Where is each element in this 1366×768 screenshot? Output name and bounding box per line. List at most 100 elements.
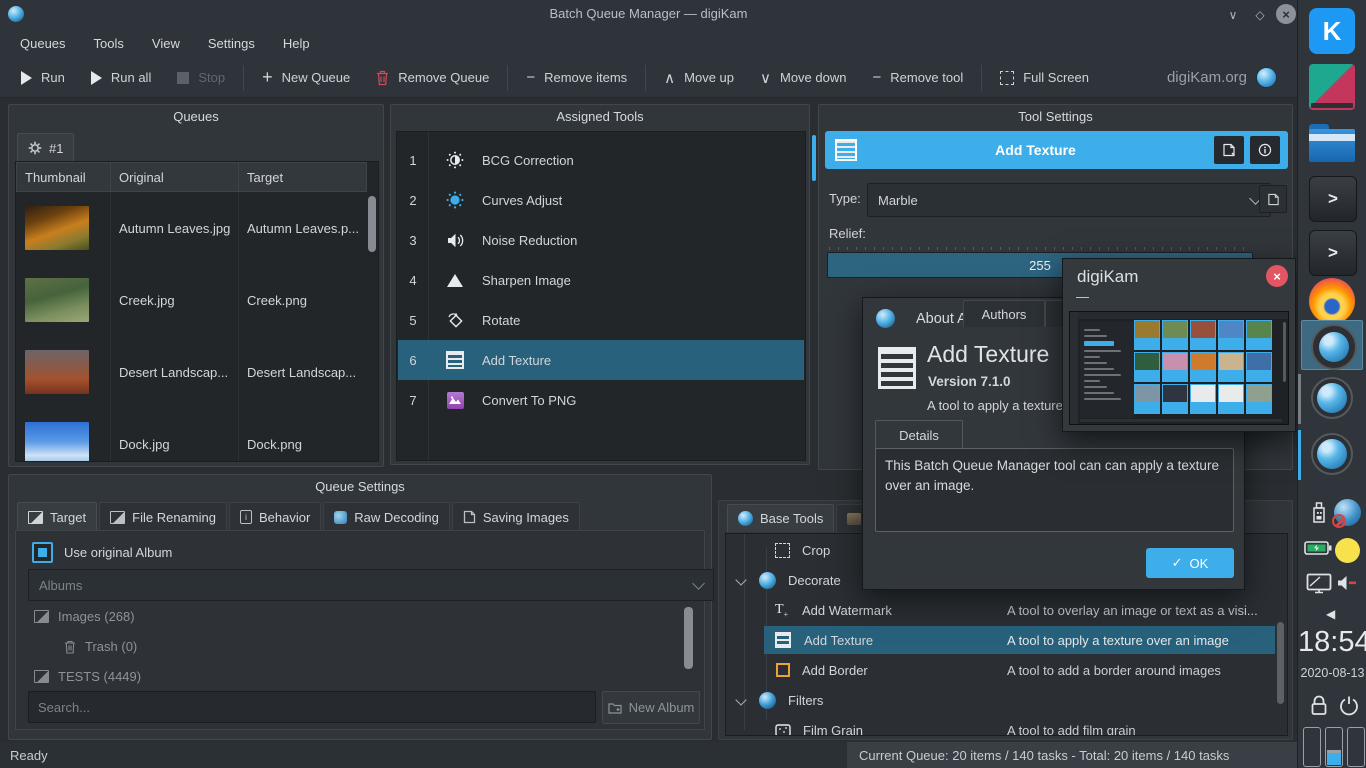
run-all-button[interactable]: Run all <box>78 59 164 97</box>
popup-close-button[interactable]: × <box>1266 265 1288 287</box>
new-queue-label: New Queue <box>282 70 351 85</box>
original-filename: Creek.jpg <box>119 293 175 308</box>
tab-behavior[interactable]: i Behavior <box>229 502 321 531</box>
display-tray-icon[interactable] <box>1306 573 1332 598</box>
menu-help[interactable]: Help <box>269 31 324 56</box>
battery-tray-icon[interactable] <box>1304 540 1332 559</box>
album-tree-item-tests[interactable]: TESTS (4449) <box>34 669 141 684</box>
remove-items-button[interactable]: − Remove items <box>513 59 640 97</box>
new-album-button[interactable]: New Album <box>602 691 700 724</box>
assigned-tool-row[interactable]: 7 Convert To PNG <box>398 380 804 420</box>
assigned-tool-row[interactable]: 3 Noise Reduction <box>398 220 804 260</box>
digikam-org-link[interactable]: digiKam.org <box>1167 67 1289 88</box>
presets-button[interactable] <box>1214 136 1244 164</box>
title-bar[interactable]: Batch Queue Manager — digiKam ∨ ◇ × <box>0 0 1297 28</box>
tab-raw-decoding[interactable]: Raw Decoding <box>323 502 450 531</box>
vertical-scrollbar[interactable] <box>368 196 376 252</box>
play-all-icon <box>91 71 102 85</box>
base-tools-scrollbar[interactable] <box>1277 622 1284 704</box>
queue-tab-1[interactable]: #1 <box>17 133 74 162</box>
desktop-pager-icon[interactable] <box>1309 64 1355 110</box>
assigned-tool-row[interactable]: 1 BCG Correction <box>398 140 804 180</box>
network-disconnected-tray-icon[interactable] <box>1334 499 1361 526</box>
clock[interactable]: 18:54 <box>1298 626 1366 659</box>
assigned-tool-row[interactable]: 5 Rotate <box>398 300 804 340</box>
move-down-button[interactable]: ∨ Move down <box>747 59 859 97</box>
panel-widget-bar[interactable] <box>1303 727 1321 767</box>
assigned-tool-row[interactable]: 4 Sharpen Image <box>398 260 804 300</box>
date[interactable]: 2020-08-13 <box>1298 666 1366 680</box>
assigned-tool-row[interactable]: 2 Curves Adjust <box>398 180 804 220</box>
album-tree-scrollbar[interactable] <box>684 607 693 669</box>
tab-label: File Renaming <box>132 510 216 525</box>
minimize-button[interactable]: ∨ <box>1225 7 1241 23</box>
info-button[interactable] <box>1250 136 1280 164</box>
firefox-icon[interactable] <box>1309 278 1355 324</box>
close-button[interactable]: × <box>1276 4 1296 24</box>
yellow-status-tray-icon[interactable] <box>1335 538 1360 563</box>
tab-saving-images[interactable]: Saving Images <box>452 502 580 531</box>
remove-tool-button[interactable]: − Remove tool <box>859 59 976 97</box>
ok-button[interactable]: ✓ OK <box>1146 548 1234 578</box>
column-header-target[interactable]: Target <box>238 162 367 192</box>
tab-file-renaming[interactable]: File Renaming <box>99 502 227 531</box>
queue-item-row[interactable]: Creek.jpg Creek.png <box>17 264 365 336</box>
type-presets-button[interactable] <box>1259 185 1287 213</box>
use-original-album-checkbox[interactable]: Use original Album <box>32 542 172 563</box>
remove-tool-label: Remove tool <box>890 70 963 85</box>
run-button[interactable]: Run <box>8 59 78 97</box>
texture-type-combobox[interactable]: Marble <box>867 183 1271 217</box>
tree-item-film-grain[interactable]: Film Grain A tool to add film grain <box>727 716 1286 736</box>
column-header-original[interactable]: Original <box>110 162 239 192</box>
kde-launcher-icon[interactable]: K <box>1309 8 1355 54</box>
new-queue-button[interactable]: + New Queue <box>249 59 363 97</box>
album-search-input[interactable] <box>28 691 596 723</box>
splitter-handle[interactable] <box>812 135 816 181</box>
album-tree-item-images[interactable]: Images (268) <box>34 609 135 624</box>
tab-authors[interactable]: Authors <box>963 300 1045 327</box>
tab-target[interactable]: Target <box>17 502 97 531</box>
terminal-icon-2[interactable]: > <box>1309 230 1357 276</box>
queue-item-row[interactable]: Desert Landscap... Desert Landscap... <box>17 336 365 408</box>
power-icon[interactable] <box>1338 695 1360 720</box>
file-manager-icon[interactable] <box>1309 120 1355 166</box>
column-header-thumbnail[interactable]: Thumbnail <box>16 162 111 192</box>
queue-item-row[interactable]: Dock.jpg Dock.png <box>17 408 365 462</box>
maximize-button[interactable]: ◇ <box>1252 7 1268 23</box>
mini-tree-line <box>1084 335 1107 337</box>
digikam-window-icon[interactable] <box>1311 377 1353 419</box>
menu-settings[interactable]: Settings <box>194 31 269 56</box>
panel-widget-bar-slider[interactable] <box>1325 727 1343 767</box>
menu-queues[interactable]: Queues <box>6 31 80 56</box>
add-texture-icon-large <box>878 347 916 389</box>
tree-item-add-texture-selected[interactable]: Add Texture A tool to apply a texture ov… <box>764 626 1275 654</box>
panel-widget-bar[interactable] <box>1347 727 1365 767</box>
mini-tree-line <box>1084 341 1114 346</box>
lock-screen-icon[interactable] <box>1309 694 1329 721</box>
tab-details[interactable]: Details <box>875 420 963 449</box>
volume-muted-tray-icon[interactable] <box>1336 574 1358 595</box>
stop-button[interactable]: Stop <box>164 59 238 97</box>
menu-view[interactable]: View <box>138 31 194 56</box>
full-screen-button[interactable]: Full Screen <box>987 59 1102 97</box>
terminal-icon[interactable]: > <box>1309 176 1357 222</box>
assigned-tool-row-selected[interactable]: 6 Add Texture <box>398 340 804 380</box>
original-filename: Desert Landscap... <box>119 365 228 380</box>
usb-device-tray-icon[interactable] <box>1310 500 1328 529</box>
remove-queue-button[interactable]: Remove Queue <box>363 59 502 97</box>
queue-item-row[interactable]: Autumn Leaves.jpg Autumn Leaves.p... <box>17 192 365 264</box>
remove-queue-label: Remove Queue <box>398 70 489 85</box>
digikam-task-active[interactable] <box>1301 320 1363 370</box>
tree-item-add-border[interactable]: Add Border A tool to add a border around… <box>727 656 1286 684</box>
move-up-button[interactable]: ∧ Move up <box>651 59 747 97</box>
tree-item-add-watermark[interactable]: T+ Add Watermark A tool to overlay an im… <box>727 596 1286 624</box>
tree-group-filters[interactable]: Filters <box>727 686 1286 714</box>
tray-expand-arrow[interactable]: ◀ <box>1326 607 1335 621</box>
album-tree-item-trash[interactable]: Trash (0) <box>64 639 137 654</box>
rotate-icon <box>428 311 482 329</box>
albums-combobox[interactable]: Albums <box>28 569 714 601</box>
digikam-window-icon-2[interactable] <box>1311 433 1353 475</box>
menu-tools[interactable]: Tools <box>80 31 138 56</box>
chevron-up-icon: ∧ <box>664 69 675 87</box>
tab-base-tools[interactable]: Base Tools <box>727 504 834 532</box>
